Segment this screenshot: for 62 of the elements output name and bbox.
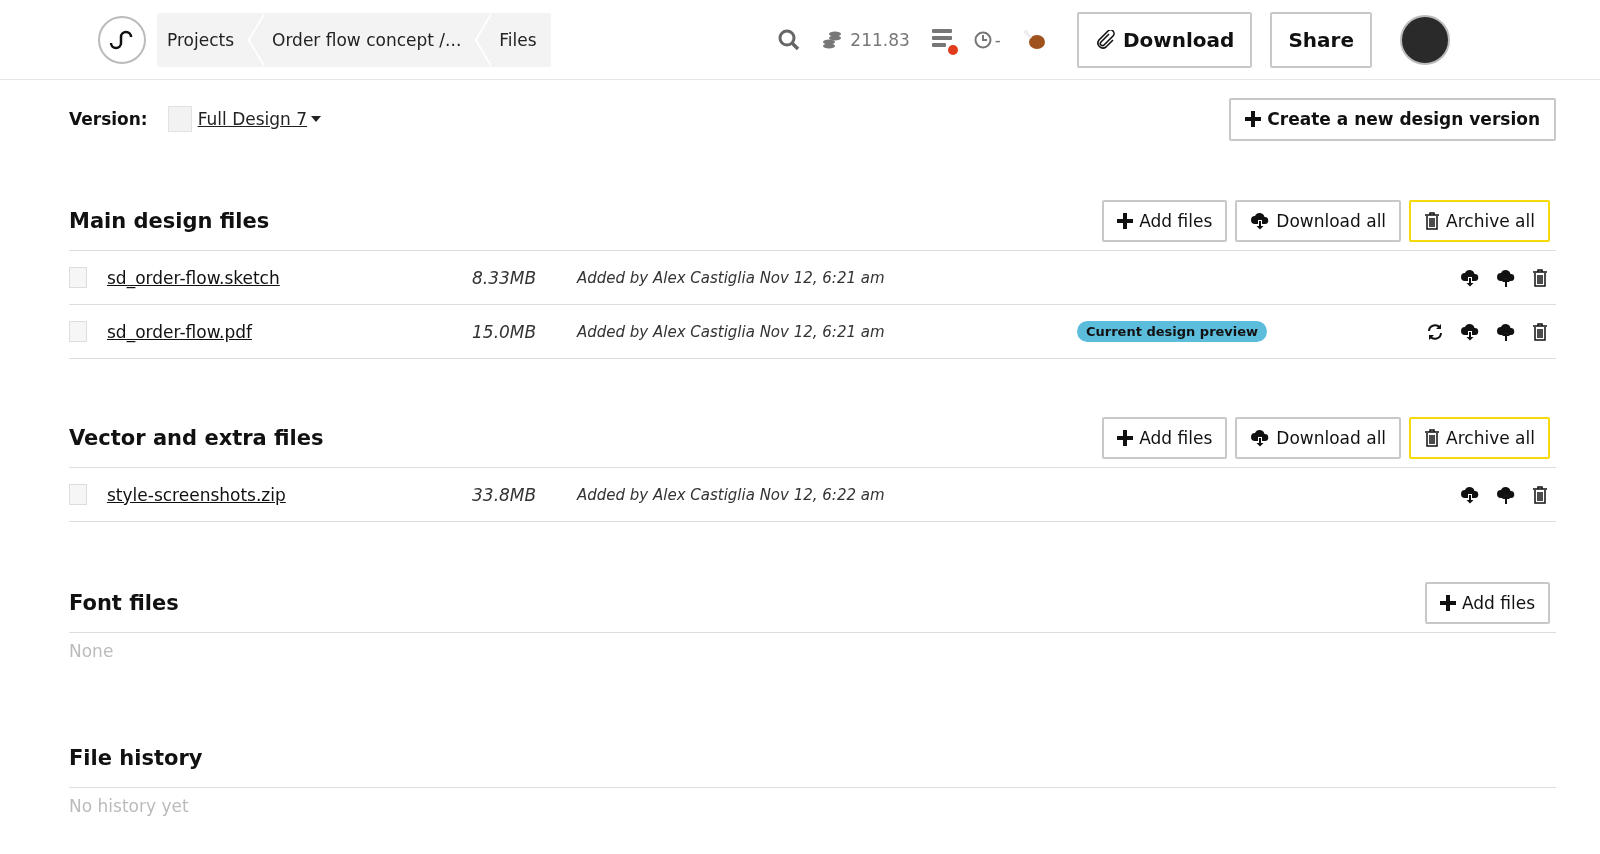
add-files-button[interactable]: Add files <box>1424 582 1550 624</box>
plus-icon <box>1117 430 1134 446</box>
archive-all-button[interactable]: Archive all <box>1409 200 1550 242</box>
cloud-download-icon[interactable] <box>1460 268 1480 287</box>
section-title: File history <box>69 746 203 770</box>
file-size: 8.33MB <box>472 267 538 288</box>
trash-icon <box>1424 212 1441 230</box>
trash-icon[interactable] <box>1532 268 1548 287</box>
version-dropdown[interactable]: Full Design 7 <box>197 109 308 129</box>
refresh-icon[interactable] <box>1426 322 1444 341</box>
file-link[interactable]: style-screenshots.zip <box>107 484 472 505</box>
added-info: Added by Alex Castiglia Nov 12, 6:21 am <box>577 322 886 341</box>
clock-icon[interactable] <box>973 30 992 49</box>
cloud-download-icon <box>1250 429 1271 447</box>
trash-icon[interactable] <box>1532 322 1548 341</box>
credits-amount: 211.83 <box>850 29 910 50</box>
breadcrumb-link[interactable]: Projects <box>157 12 249 67</box>
drumstick-icon <box>1022 28 1047 51</box>
file-size: 33.8MB <box>472 484 538 505</box>
server-list-icon[interactable] <box>931 28 952 47</box>
archive-all-button[interactable]: Archive all <box>1409 417 1550 459</box>
create-version-button[interactable]: Create a new design version <box>1229 97 1556 141</box>
cloud-download-icon <box>1250 212 1271 230</box>
cloud-download-icon[interactable] <box>1460 322 1480 341</box>
download-all-button[interactable]: Download all <box>1235 417 1402 459</box>
added-info: Added by Alex Castiglia Nov 12, 6:21 am <box>577 268 886 287</box>
search-icon[interactable] <box>778 28 801 51</box>
share-button[interactable]: Share <box>1270 11 1372 68</box>
caret-icon[interactable] <box>311 116 322 122</box>
design-thumbnail <box>167 106 192 132</box>
cloud-download-icon[interactable] <box>1460 485 1480 504</box>
cloud-upload-icon[interactable] <box>1496 322 1516 341</box>
add-files-button[interactable]: Add files <box>1102 417 1228 459</box>
coins-icon <box>822 30 843 49</box>
file-icon <box>69 267 87 288</box>
logo-icon[interactable] <box>98 15 146 64</box>
file-size: 15.0MB <box>472 321 538 342</box>
added-info: Added by Alex Castiglia Nov 12, 6:22 am <box>577 485 886 504</box>
file-icon <box>69 321 87 342</box>
trash-icon[interactable] <box>1532 485 1548 504</box>
cloud-upload-icon[interactable] <box>1496 268 1516 287</box>
file-link[interactable]: sd_order-flow.sketch <box>107 267 472 288</box>
version-label: Version: <box>69 109 148 129</box>
empty-text: None <box>69 640 115 661</box>
download-all-button[interactable]: Download all <box>1235 200 1402 242</box>
empty-text: No history yet <box>69 795 190 816</box>
file-icon <box>69 484 87 505</box>
timer-value: - <box>994 29 1001 50</box>
section-title: Font files <box>69 591 179 615</box>
section-title: Vector and extra files <box>69 426 324 450</box>
file-link[interactable]: sd_order-flow.pdf <box>107 321 472 342</box>
add-files-button[interactable]: Add files <box>1102 200 1228 242</box>
section-title: Main design files <box>69 209 270 233</box>
preview-badge: Current design preview <box>1077 321 1268 342</box>
plus-icon <box>1245 111 1262 127</box>
plus-icon <box>1117 213 1134 229</box>
plus-icon <box>1439 595 1456 611</box>
download-button[interactable]: Download <box>1076 11 1253 68</box>
cloud-upload-icon[interactable] <box>1496 485 1516 504</box>
trash-icon <box>1424 429 1441 447</box>
paperclip-icon <box>1094 29 1117 50</box>
avatar[interactable] <box>1400 14 1450 65</box>
